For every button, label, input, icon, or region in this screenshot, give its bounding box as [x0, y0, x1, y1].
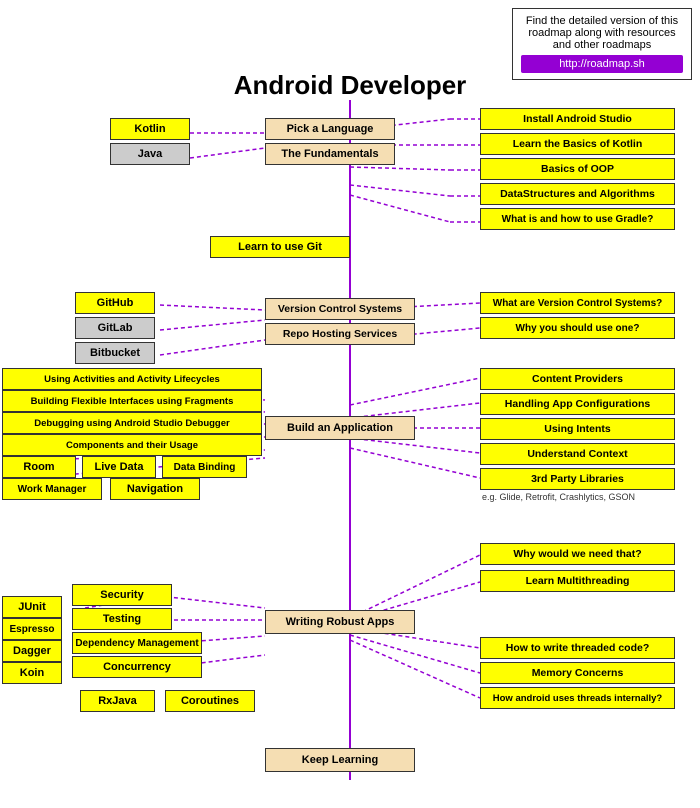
activities-node[interactable]: Using Activities and Activity Lifecycles	[2, 368, 262, 390]
repo-hosting-node[interactable]: Repo Hosting Services	[265, 323, 415, 345]
why-need-node[interactable]: Why would we need that?	[480, 543, 675, 565]
handling-config-node[interactable]: Handling App Configurations	[480, 393, 675, 415]
testing-node[interactable]: Testing	[72, 608, 172, 630]
page-title: Android Developer	[234, 70, 467, 101]
pick-language-node[interactable]: Pick a Language	[265, 118, 395, 140]
keep-learning-node[interactable]: Keep Learning	[265, 748, 415, 772]
koin-node[interactable]: Koin	[2, 662, 62, 684]
vcs-node[interactable]: Version Control Systems	[265, 298, 415, 320]
github-node[interactable]: GitHub	[75, 292, 155, 314]
fundamentals-node[interactable]: The Fundamentals	[265, 143, 395, 165]
what-vcs-node[interactable]: What are Version Control Systems?	[480, 292, 675, 314]
memory-concerns-node[interactable]: Memory Concerns	[480, 662, 675, 684]
writing-robust-node[interactable]: Writing Robust Apps	[265, 610, 415, 634]
coroutines-node[interactable]: Coroutines	[165, 690, 255, 712]
dagger-node[interactable]: Dagger	[2, 640, 62, 662]
fragments-node[interactable]: Building Flexible Interfaces using Fragm…	[2, 390, 262, 412]
install-studio-node[interactable]: Install Android Studio	[480, 108, 675, 130]
third-party-node[interactable]: 3rd Party Libraries	[480, 468, 675, 490]
dependency-node[interactable]: Dependency Management	[72, 632, 202, 654]
livedata-node[interactable]: Live Data	[82, 456, 156, 478]
threaded-code-node[interactable]: How to write threaded code?	[480, 637, 675, 659]
learn-kotlin-node[interactable]: Learn the Basics of Kotlin	[480, 133, 675, 155]
security-node[interactable]: Security	[72, 584, 172, 606]
url-bar[interactable]: http://roadmap.sh	[521, 55, 683, 73]
room-node[interactable]: Room	[2, 456, 76, 478]
gitlab-node[interactable]: GitLab	[75, 317, 155, 339]
learn-git-node[interactable]: Learn to use Git	[210, 236, 350, 258]
rxjava-node[interactable]: RxJava	[80, 690, 155, 712]
debugging-node[interactable]: Debugging using Android Studio Debugger	[2, 412, 262, 434]
why-vcs-node[interactable]: Why you should use one?	[480, 317, 675, 339]
bitbucket-node[interactable]: Bitbucket	[75, 342, 155, 364]
gradle-node[interactable]: What is and how to use Gradle?	[480, 208, 675, 230]
multithreading-node[interactable]: Learn Multithreading	[480, 570, 675, 592]
basics-oop-node[interactable]: Basics of OOP	[480, 158, 675, 180]
third-party-note: e.g. Glide, Retrofit, Crashlytics, GSON	[482, 492, 635, 502]
content-providers-node[interactable]: Content Providers	[480, 368, 675, 390]
espresso-node[interactable]: Espresso	[2, 618, 62, 640]
components-node[interactable]: Components and their Usage	[2, 434, 262, 456]
workmanager-node[interactable]: Work Manager	[2, 478, 102, 500]
navigation-node[interactable]: Navigation	[110, 478, 200, 500]
page: Find the detailed version of this roadma…	[0, 0, 700, 808]
using-intents-node[interactable]: Using Intents	[480, 418, 675, 440]
info-text: Find the detailed version of this roadma…	[526, 15, 678, 51]
info-box: Find the detailed version of this roadma…	[512, 8, 692, 80]
kotlin-node[interactable]: Kotlin	[110, 118, 190, 140]
build-app-node[interactable]: Build an Application	[265, 416, 415, 440]
java-node[interactable]: Java	[110, 143, 190, 165]
understand-context-node[interactable]: Understand Context	[480, 443, 675, 465]
junit-node[interactable]: JUnit	[2, 596, 62, 618]
databinding-node[interactable]: Data Binding	[162, 456, 247, 478]
android-threads-node[interactable]: How android uses threads internally?	[480, 687, 675, 709]
data-structures-node[interactable]: DataStructures and Algorithms	[480, 183, 675, 205]
concurrency-node[interactable]: Concurrency	[72, 656, 202, 678]
